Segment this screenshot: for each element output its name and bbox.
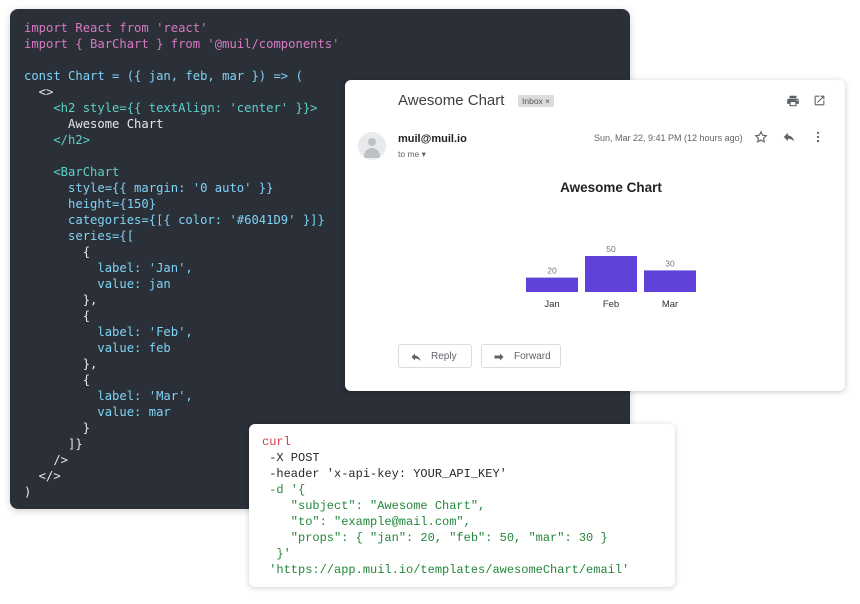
code-line: }, xyxy=(24,293,98,307)
curl-line: "props": { "jan": 20, "feb": 50, "mar": … xyxy=(262,531,608,545)
curl-snippet-panel: curl -X POST -header 'x-api-key: YOUR_AP… xyxy=(249,424,675,587)
print-icon[interactable] xyxy=(785,94,801,110)
bar-value-label: 30 xyxy=(665,258,675,268)
curl-line: -header 'x-api-key: YOUR_API_KEY' xyxy=(262,467,507,481)
bar-jan xyxy=(526,277,578,292)
forward-button[interactable]: Forward xyxy=(481,344,561,368)
curl-line: -d '{ xyxy=(262,483,306,497)
reply-button[interactable]: Reply xyxy=(398,344,472,368)
reply-button-label: Reply xyxy=(431,351,457,362)
reply-icon xyxy=(410,345,422,369)
avatar xyxy=(358,132,386,160)
curl-line: "to": "example@mail.com", xyxy=(262,515,471,529)
code-line: ]} xyxy=(24,437,83,451)
code-line: import React from 'react' xyxy=(24,21,208,35)
code-line: { xyxy=(24,309,91,323)
bar-mar xyxy=(644,270,696,292)
code-line: label: 'Mar', xyxy=(24,389,193,403)
open-in-new-icon[interactable] xyxy=(811,94,827,110)
code-line: const Chart = ({ jan, feb, mar }) => ( xyxy=(24,69,303,83)
code-line: ) xyxy=(24,485,32,499)
code-line: label: 'Feb', xyxy=(24,325,193,339)
inbox-label[interactable]: Inbox × xyxy=(518,95,555,107)
code-line: label: 'Jan', xyxy=(24,261,193,275)
code-line: categories={[{ color: '#6041D9' }]} xyxy=(24,213,325,227)
recipient-dropdown[interactable]: to me ▾ xyxy=(398,149,426,160)
curl-line: }' xyxy=(262,547,291,561)
email-preview-panel: Awesome Chart Inbox × muil@muil.io to me… xyxy=(345,80,845,391)
code-line: series={[ xyxy=(24,229,135,243)
code-line: value: jan xyxy=(24,277,171,291)
bar-chart: 20 Jan 50 Feb 30 Mar xyxy=(526,244,696,310)
code-line: <h2 style={{ textAlign: 'center' }}> xyxy=(24,101,318,115)
category-label: Feb xyxy=(603,299,619,310)
code-line: Awesome Chart xyxy=(24,117,164,131)
bar-feb xyxy=(585,256,637,292)
email-datetime: Sun, Mar 22, 9:41 PM (12 hours ago) xyxy=(594,133,743,143)
code-line: value: mar xyxy=(24,405,171,419)
forward-button-label: Forward xyxy=(514,351,551,362)
code-line: { xyxy=(24,373,91,387)
star-icon[interactable] xyxy=(753,130,769,146)
code-line: } xyxy=(24,421,91,435)
code-line: <BarChart xyxy=(24,165,120,179)
category-label: Jan xyxy=(544,299,559,310)
curl-line: "subject": "Awesome Chart", xyxy=(262,499,486,513)
curl-line: -X POST xyxy=(262,451,320,465)
forward-icon xyxy=(493,345,505,369)
curl-line: 'https://app.muil.io/templates/awesomeCh… xyxy=(262,563,630,577)
code-line: }, xyxy=(24,357,98,371)
code-line: style={{ margin: '0 auto' }} xyxy=(24,181,274,195)
curl-code-block: curl -X POST -header 'x-api-key: YOUR_AP… xyxy=(262,434,629,578)
email-subject: Awesome Chart xyxy=(398,92,505,109)
code-line: value: feb xyxy=(24,341,171,355)
reply-icon[interactable] xyxy=(781,130,797,146)
curl-line: curl xyxy=(262,435,291,449)
code-line: <> xyxy=(24,85,54,99)
code-line: height={150} xyxy=(24,197,157,211)
bar-value-label: 20 xyxy=(547,266,557,276)
code-line: import { BarChart } from '@muil/componen… xyxy=(24,37,340,51)
category-label: Mar xyxy=(662,299,678,310)
chart-title: Awesome Chart xyxy=(560,180,662,195)
code-line: /> xyxy=(24,453,69,467)
sender-email: muil@muil.io xyxy=(398,133,467,145)
code-line: { xyxy=(24,245,91,259)
bar-value-label: 50 xyxy=(606,244,616,254)
more-vert-icon[interactable] xyxy=(810,130,826,146)
code-line: </> xyxy=(24,469,61,483)
code-line: </h2> xyxy=(24,133,91,147)
